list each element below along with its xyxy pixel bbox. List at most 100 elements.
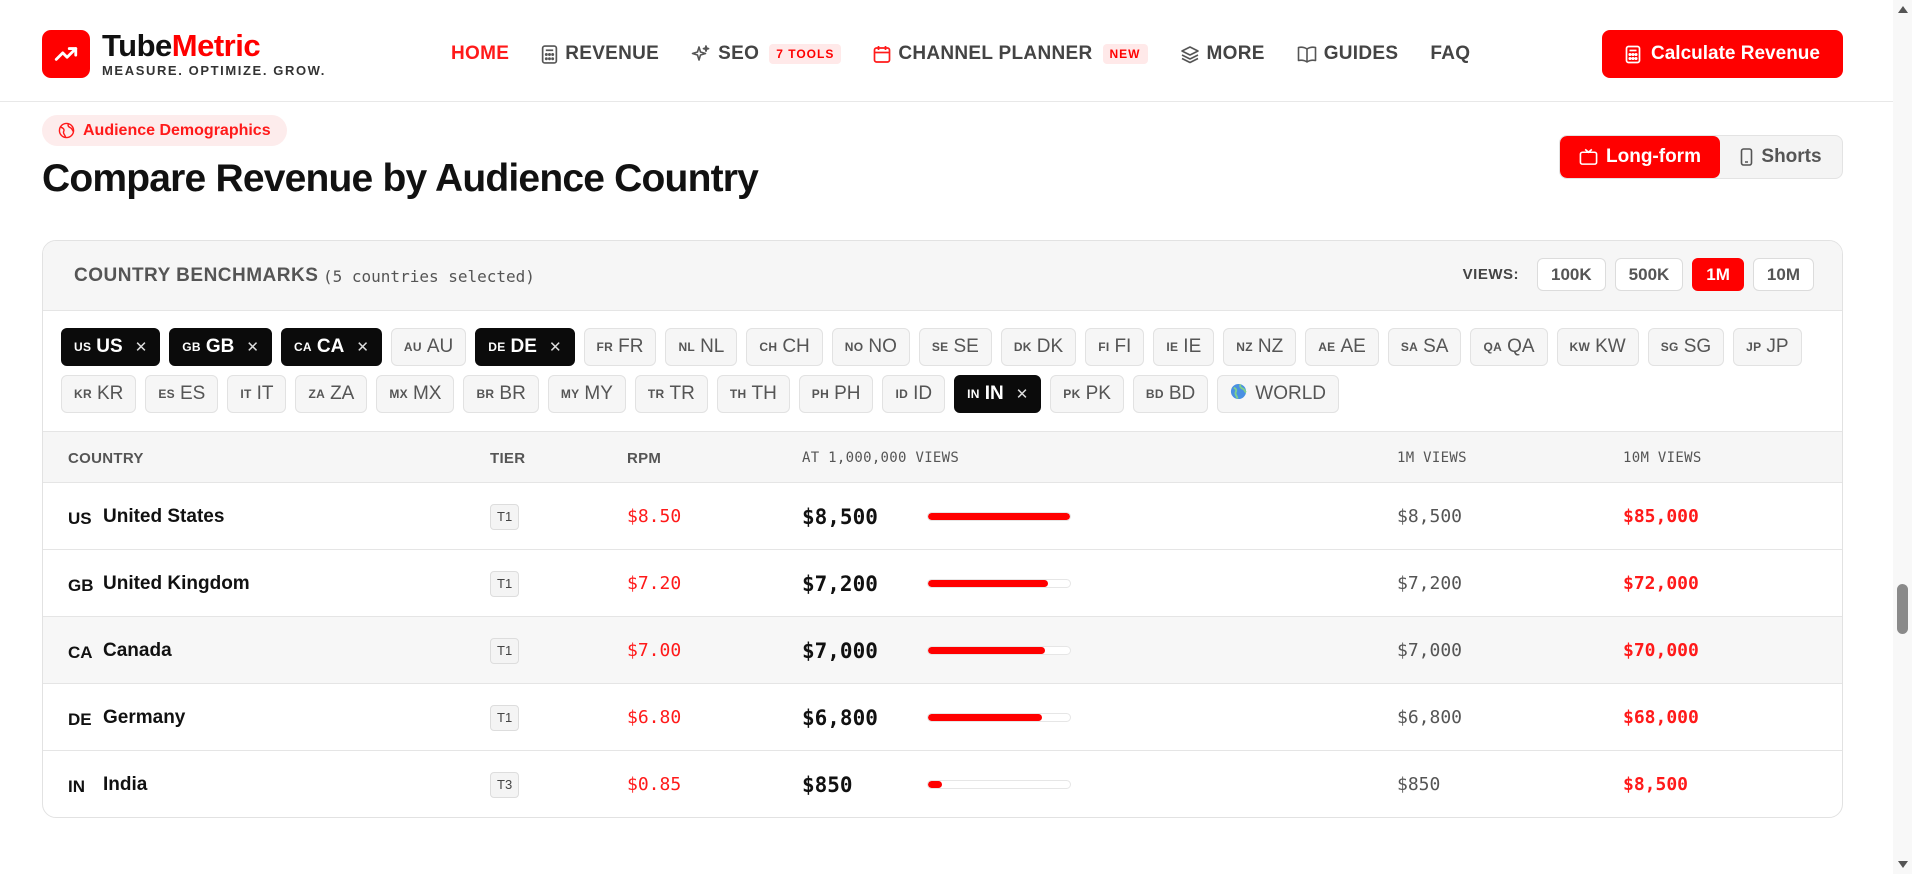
col-at-views: AT 1,000,000 VIEWS	[802, 450, 960, 466]
country-chip-nz[interactable]: NZ NZ	[1223, 328, 1297, 366]
country-chip-my[interactable]: MY MY	[547, 375, 626, 413]
col-country[interactable]: COUNTRY	[68, 450, 144, 467]
revenue-amount: $850	[802, 772, 853, 797]
country-chip-sg[interactable]: SG SG	[1647, 328, 1725, 366]
nav-guides[interactable]: GUIDES	[1297, 43, 1399, 65]
nav-home[interactable]: HOME	[451, 43, 509, 65]
country-chip-kw[interactable]: KW KW	[1556, 328, 1639, 366]
scroll-up-arrow[interactable]	[1898, 6, 1908, 13]
country-chip-jp[interactable]: JP JP	[1733, 328, 1802, 366]
col-tier[interactable]: TIER	[490, 450, 525, 467]
country-chip-za[interactable]: ZA ZA	[295, 375, 368, 413]
remove-chip-icon[interactable]: ✕	[356, 338, 369, 356]
remove-chip-icon[interactable]: ✕	[246, 338, 259, 356]
country-chip-tr[interactable]: TR TR	[634, 375, 708, 413]
chip-label: GB	[205, 336, 235, 357]
country-chip-qa[interactable]: QA QA	[1470, 328, 1548, 366]
country-chip-it[interactable]: IT IT	[227, 375, 287, 413]
revenue-amount: $6,800	[802, 705, 878, 730]
chip-flag-code: FI	[1098, 340, 1110, 354]
country-chip-id[interactable]: ID ID	[882, 375, 946, 413]
country-chip-gb[interactable]: GB GB ✕	[169, 328, 272, 366]
chip-flag-code: MX	[389, 387, 408, 401]
country-chip-ph[interactable]: PH PH	[798, 375, 874, 413]
page-scrollbar[interactable]	[1893, 0, 1912, 874]
nav-channel-planner[interactable]: CHANNEL PLANNER NEW	[873, 43, 1148, 65]
country-flag-code: CA	[68, 642, 93, 662]
new-badge: NEW	[1102, 44, 1148, 64]
country-chip-au[interactable]: AU AU	[390, 328, 467, 366]
country-chip-world[interactable]: WORLD	[1217, 375, 1339, 413]
chip-flag-code: FR	[596, 340, 614, 354]
country-chip-no[interactable]: NO NO	[831, 328, 910, 366]
calculator-icon	[541, 44, 558, 64]
book-icon	[1297, 46, 1317, 63]
views-selector: VIEWS: 100K 500K 1M 10M	[1463, 258, 1814, 291]
calculate-revenue-button[interactable]: Calculate Revenue	[1602, 30, 1843, 78]
country-chip-se[interactable]: SE SE	[918, 328, 992, 366]
chip-label: IT	[256, 383, 274, 404]
remove-chip-icon[interactable]: ✕	[1016, 385, 1029, 403]
country-chip-es[interactable]: ES ES	[145, 375, 219, 413]
chip-flag-code: IT	[240, 387, 252, 401]
chip-label: KR	[96, 383, 124, 404]
chip-flag-code: QA	[1483, 340, 1503, 354]
chip-label: NL	[700, 336, 725, 357]
chip-flag-code: PH	[811, 387, 830, 401]
remove-chip-icon[interactable]: ✕	[549, 338, 562, 356]
chip-flag-code: IN	[967, 387, 980, 401]
chip-row: KR KR ES ES IT IT ZA ZA MX MX BR BR MY MY TR TR TH TH PH PH…	[61, 375, 1831, 413]
country-chip-fi[interactable]: FI FI	[1085, 328, 1145, 366]
trending-up-icon	[42, 30, 90, 78]
tier-badge: T1	[490, 704, 520, 731]
layers-icon	[1180, 45, 1199, 63]
country-chip-fr[interactable]: FR FR	[583, 328, 657, 366]
nav-seo[interactable]: SEO 7 TOOLS	[691, 43, 842, 65]
country-chip-us[interactable]: US US ✕	[61, 328, 161, 366]
country-chip-mx[interactable]: MX MX	[376, 375, 455, 413]
remove-chip-icon[interactable]: ✕	[135, 338, 148, 356]
chip-flag-code: ID	[895, 387, 909, 401]
shorts-toggle[interactable]: Shorts	[1720, 136, 1842, 178]
scrollbar-thumb[interactable]	[1897, 584, 1908, 634]
country-chip-th[interactable]: TH TH	[716, 375, 790, 413]
country-chip-ae[interactable]: AE AE	[1305, 328, 1379, 366]
card-title: COUNTRY BENCHMARKS	[74, 265, 319, 286]
section-pill: Audience Demographics	[42, 115, 287, 146]
chip-label: KW	[1595, 336, 1626, 357]
views-option-500k[interactable]: 500K	[1614, 258, 1684, 291]
country-chip-dk[interactable]: DK DK	[1000, 328, 1077, 366]
chip-label: BR	[499, 383, 526, 404]
longform-toggle[interactable]: Long-form	[1560, 136, 1720, 178]
country-chip-sa[interactable]: SA SA	[1387, 328, 1462, 366]
col-10m-views[interactable]: 10M VIEWS	[1623, 450, 1702, 466]
chip-flag-code: BR	[476, 387, 495, 401]
chip-label: CA	[316, 336, 345, 357]
col-1m-views[interactable]: 1M VIEWS	[1397, 450, 1467, 466]
country-chip-pk[interactable]: PK PK	[1050, 375, 1124, 413]
chip-label: ZA	[330, 383, 355, 404]
country-chip-de[interactable]: DE DE ✕	[475, 328, 575, 366]
scroll-down-arrow[interactable]	[1898, 861, 1908, 868]
chip-label: SE	[953, 336, 979, 357]
chip-flag-code: KR	[74, 387, 92, 401]
country-chip-kr[interactable]: KR KR	[61, 375, 137, 413]
views-option-1m[interactable]: 1M	[1692, 258, 1744, 291]
country-chip-nl[interactable]: NL NL	[665, 328, 738, 366]
country-chip-ie[interactable]: IE IE	[1153, 328, 1215, 366]
country-chip-bd[interactable]: BD BD	[1132, 375, 1209, 413]
col-rpm[interactable]: RPM	[627, 450, 661, 467]
country-chip-br[interactable]: BR BR	[463, 375, 539, 413]
tier-badge: T1	[490, 503, 520, 530]
views-option-100k[interactable]: 100K	[1537, 258, 1606, 291]
nav-revenue[interactable]: REVENUE	[541, 43, 659, 65]
country-chip-in[interactable]: IN IN ✕	[954, 375, 1042, 413]
revenue-1m-views: $8,500	[1397, 506, 1463, 527]
logo[interactable]: TubeMetric MEASURE. OPTIMIZE. GROW.	[42, 30, 326, 78]
nav-more[interactable]: MORE	[1180, 43, 1265, 65]
country-chip-ca[interactable]: CA CA ✕	[280, 328, 382, 366]
country-chip-ch[interactable]: CH CH	[746, 328, 823, 366]
views-option-10m[interactable]: 10M	[1752, 258, 1814, 291]
revenue-10m-views: $85,000	[1623, 506, 1699, 527]
nav-faq[interactable]: FAQ	[1430, 43, 1470, 65]
